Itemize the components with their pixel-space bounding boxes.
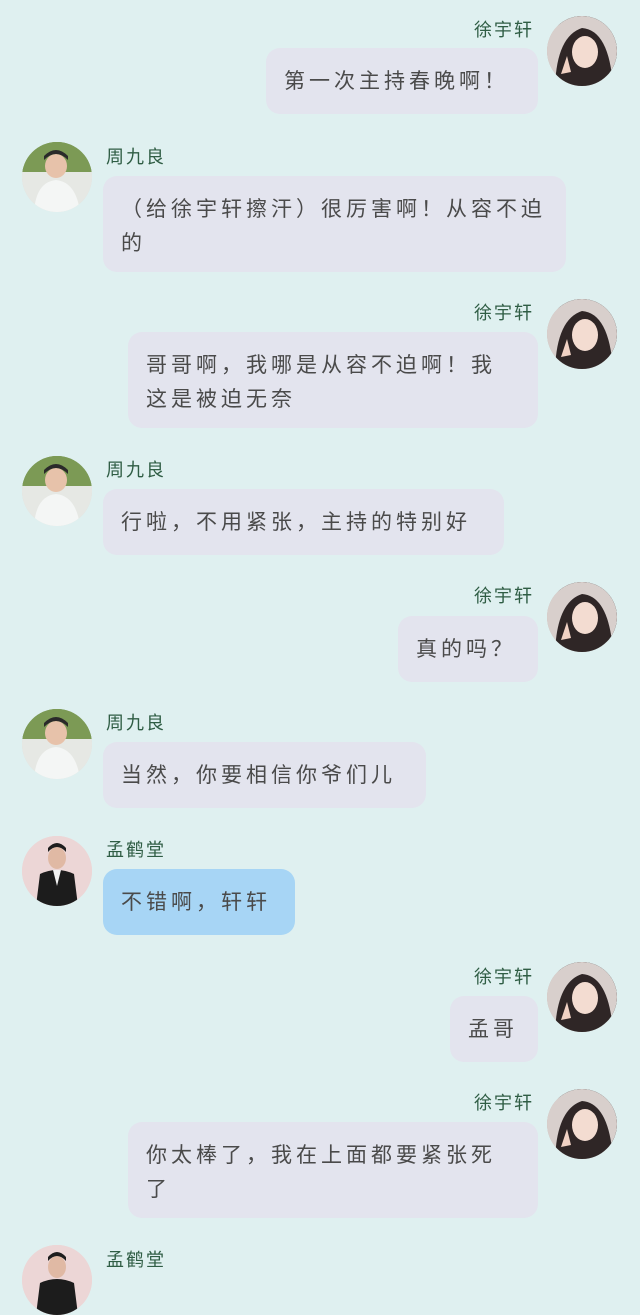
message-bubble[interactable]: 哥哥啊，我哪是从容不迫啊！我这是被迫无奈 [128,332,538,428]
avatar[interactable] [22,456,92,526]
sender-name: 徐宇轩 [474,967,534,988]
avatar-image [547,1089,617,1159]
avatar[interactable] [22,709,92,779]
avatar-image [547,299,617,369]
message-bubble[interactable]: 真的吗？ [398,616,538,682]
avatar[interactable] [547,582,617,652]
avatar[interactable] [547,962,617,1032]
chat-area: 徐宇轩 第一次主持春晚啊！ 周九良 （给徐宇轩擦汗）很厉害啊！从容不迫的 徐宇轩… [0,0,640,1315]
message-bubble[interactable]: 行啦，不用紧张，主持的特别好 [103,489,504,555]
avatar-image [22,456,92,526]
sender-name: 周九良 [106,147,166,168]
avatar[interactable] [547,1089,617,1159]
sender-name: 孟鹤堂 [106,1250,166,1271]
sender-name: 周九良 [106,713,166,734]
sender-name: 徐宇轩 [474,303,534,324]
message-bubble[interactable]: 不错啊，轩轩 [103,869,295,935]
avatar-image [22,836,92,906]
avatar[interactable] [547,16,617,86]
message-bubble[interactable]: 你太棒了，我在上面都要紧张死了 [128,1122,538,1218]
avatar-image [547,16,617,86]
avatar[interactable] [22,1245,92,1315]
avatar-image [547,582,617,652]
sender-name: 徐宇轩 [474,586,534,607]
avatar[interactable] [22,836,92,906]
sender-name: 徐宇轩 [474,1093,534,1114]
sender-name: 周九良 [106,460,166,481]
avatar-image [547,962,617,1032]
message-bubble[interactable]: （给徐宇轩擦汗）很厉害啊！从容不迫的 [103,176,566,272]
sender-name: 徐宇轩 [474,20,534,41]
avatar-image [22,142,92,212]
sender-name: 孟鹤堂 [106,840,166,861]
message-bubble[interactable]: 第一次主持春晚啊！ [266,48,538,114]
avatar[interactable] [547,299,617,369]
avatar-image [22,709,92,779]
message-bubble[interactable]: 当然，你要相信你爷们儿 [103,742,426,808]
avatar-image [22,1245,92,1315]
avatar[interactable] [22,142,92,212]
message-bubble[interactable]: 孟哥 [450,996,538,1062]
